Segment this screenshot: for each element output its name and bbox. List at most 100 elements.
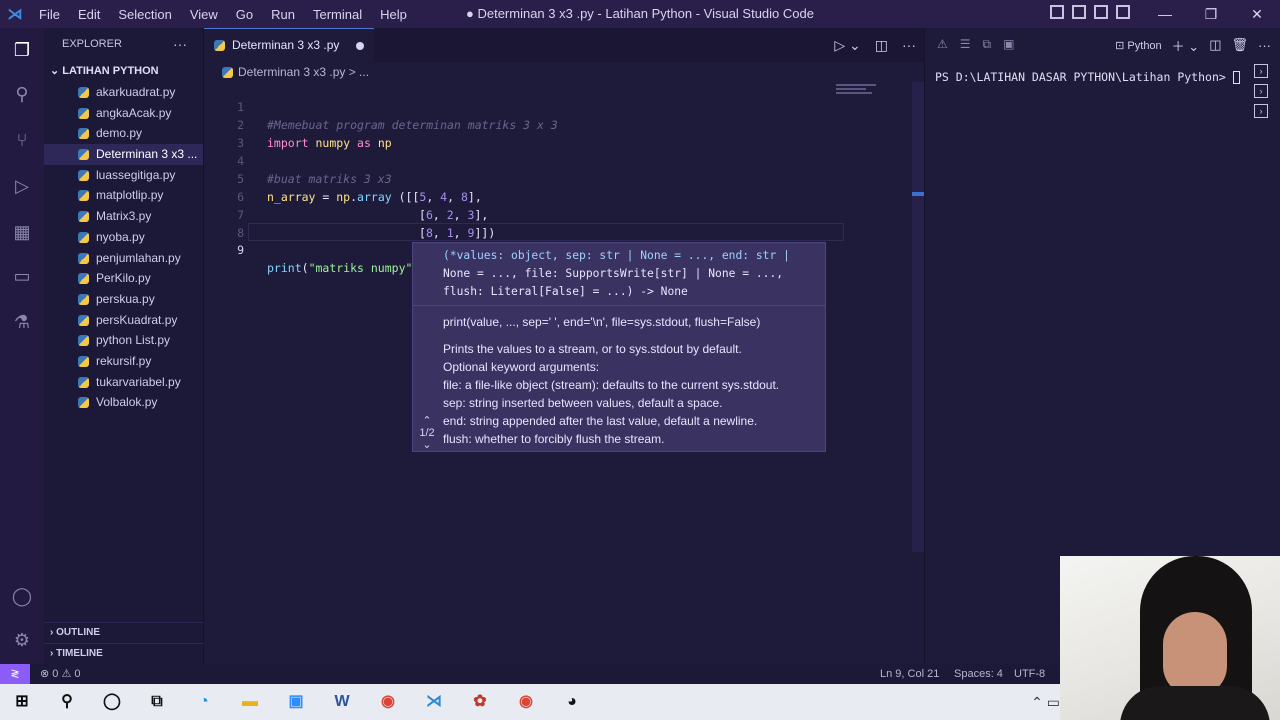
terminal-icon[interactable]: ▣ <box>1003 37 1014 52</box>
doc-line: Optional keyword arguments: <box>443 360 600 374</box>
terminal-instance-icon[interactable]: › <box>1254 84 1268 98</box>
system-tray-icon[interactable]: ⌃ ▭ <box>1031 694 1060 711</box>
chrome-icon[interactable]: ◉ <box>376 690 400 714</box>
chrome-profile-icon[interactable]: ◉ <box>514 690 538 714</box>
menu-run[interactable]: Run <box>262 7 304 22</box>
file-item[interactable]: penjumlahan.py <box>44 248 203 269</box>
word-icon[interactable]: W <box>330 690 354 714</box>
split-editor-icon[interactable]: ◫ <box>875 37 888 54</box>
search-icon[interactable]: ⚲ <box>55 690 79 714</box>
chevron-up-icon[interactable]: ⌃ <box>415 415 439 427</box>
vscode-taskbar-icon[interactable]: ⋊ <box>422 690 446 714</box>
tab-label: Determinan 3 x3 .py <box>232 38 340 52</box>
editor-tab-bar: Determinan 3 x3 .py ▷ ⌄ ◫ ··· <box>204 28 924 62</box>
file-item[interactable]: persKuadrat.py <box>44 310 203 331</box>
testing-icon[interactable]: ⚗ <box>10 310 34 334</box>
extensions-icon[interactable]: ▦ <box>10 220 34 244</box>
menu-selection[interactable]: Selection <box>109 7 180 22</box>
explorer-icon[interactable]: ❐ <box>10 38 34 62</box>
file-item[interactable]: rekursif.py <box>44 351 203 372</box>
toggle-panel-icon[interactable] <box>1072 5 1086 19</box>
overload-pager: ⌃ 1/2 ⌄ <box>415 415 439 451</box>
file-item[interactable]: PerKilo.py <box>44 268 203 289</box>
window-controls: — ❐ ✕ <box>1142 0 1280 28</box>
toggle-secondary-sidebar-icon[interactable] <box>1094 5 1108 19</box>
file-item[interactable]: akarkuadrat.py <box>44 82 203 103</box>
terminal-instance-icon[interactable]: › <box>1254 104 1268 118</box>
panel-more-icon[interactable]: ··· <box>1258 38 1271 53</box>
terminal-shell-selector[interactable]: ⊡ Python <box>1115 39 1162 52</box>
encoding[interactable]: UTF-8 <box>1014 664 1045 684</box>
scrollbar-thumb[interactable] <box>912 192 924 196</box>
run-python-file-icon[interactable]: ▷ ⌄ <box>834 37 860 54</box>
edge-icon[interactable]: ◔ <box>192 690 216 714</box>
line-number: 9 <box>237 243 244 257</box>
terminal-instance-icon[interactable]: › <box>1254 64 1268 78</box>
menu-file[interactable]: File <box>30 7 69 22</box>
file-item[interactable]: perskua.py <box>44 289 203 310</box>
file-item[interactable]: matplotlip.py <box>44 185 203 206</box>
run-debug-icon[interactable]: ▷ <box>10 174 34 198</box>
minimap[interactable] <box>836 82 908 112</box>
minimize-icon[interactable]: — <box>1142 6 1188 22</box>
menu-go[interactable]: Go <box>227 7 262 22</box>
file-item[interactable]: luassegitiga.py <box>44 165 203 186</box>
zoom-icon[interactable]: ▣ <box>284 690 308 714</box>
search-icon[interactable]: ⚲ <box>10 82 34 106</box>
file-item[interactable]: nyoba.py <box>44 227 203 248</box>
file-item[interactable]: Volbalok.py <box>44 392 203 413</box>
app-icon[interactable]: ✿ <box>468 690 492 714</box>
menu-view[interactable]: View <box>181 7 227 22</box>
cursor-position[interactable]: Ln 9, Col 21 <box>880 664 939 684</box>
toggle-sidebar-icon[interactable] <box>1050 5 1064 19</box>
split-terminal-icon[interactable]: ◫ <box>1209 37 1221 53</box>
breadcrumb[interactable]: Determinan 3 x3 .py > ... <box>204 62 924 82</box>
file-item[interactable]: demo.py <box>44 123 203 144</box>
file-item[interactable]: angkaAcak.py <box>44 103 203 124</box>
file-name: tukarvariabel.py <box>96 374 181 389</box>
file-item[interactable]: tukarvariabel.py <box>44 372 203 393</box>
source-control-icon[interactable]: ⑂ <box>10 128 34 152</box>
editor-more-icon[interactable]: ··· <box>902 37 916 53</box>
code-line: 6 [6, 2, 3], <box>204 170 844 222</box>
file-item[interactable]: python List.py <box>44 330 203 351</box>
task-view-icon[interactable]: ⧉ <box>145 690 169 714</box>
signature-help-popup: (*values: object, sep: str | None = ...,… <box>412 242 826 452</box>
file-item[interactable]: Matrix3.py <box>44 206 203 227</box>
indentation[interactable]: Spaces: 4 <box>954 664 1003 684</box>
menu-terminal[interactable]: Terminal <box>304 7 371 22</box>
settings-gear-icon[interactable]: ⚙ <box>10 628 34 652</box>
problems-indicator[interactable]: ⊗ 0 ⚠ 0 <box>40 664 80 684</box>
file-name: Matrix3.py <box>96 209 152 224</box>
cortana-icon[interactable]: ◯ <box>100 690 124 714</box>
terminal-output[interactable]: PS D:\LATIHAN DASAR PYTHON\Latihan Pytho… <box>935 70 1240 84</box>
chevron-down-icon[interactable]: ⌄ <box>415 439 439 451</box>
close-icon[interactable]: ✕ <box>1234 6 1280 23</box>
debug-console-icon[interactable]: ⧉ <box>983 37 992 52</box>
remote-indicator-icon[interactable]: ≷ <box>0 664 30 684</box>
customize-layout-icon[interactable] <box>1116 5 1130 19</box>
terminal-prompt: PS D:\LATIHAN DASAR PYTHON\Latihan Pytho… <box>935 70 1226 84</box>
windows-start-icon[interactable]: ⊞ <box>10 690 34 714</box>
file-explorer-icon[interactable]: ▬ <box>238 690 262 714</box>
editor-scrollbar[interactable] <box>912 82 924 552</box>
unsaved-dot-icon[interactable] <box>356 42 364 50</box>
more-actions-icon[interactable]: ··· <box>173 28 187 60</box>
restore-icon[interactable]: ❐ <box>1188 6 1234 23</box>
menu-help[interactable]: Help <box>371 7 416 22</box>
tab-determinan[interactable]: Determinan 3 x3 .py <box>204 28 374 62</box>
file-item[interactable]: Determinan 3 x3 ... <box>44 144 203 165</box>
code-line: 7 [8, 1, 9]]) <box>204 188 844 240</box>
new-terminal-icon[interactable]: ＋ ⌄ <box>1172 36 1200 55</box>
file-name: python List.py <box>96 333 171 348</box>
account-icon[interactable]: ◯ <box>10 584 34 608</box>
menu-edit[interactable]: Edit <box>69 7 109 22</box>
obs-icon[interactable]: ◕ <box>560 690 584 714</box>
folder-latihan-python[interactable]: ⌄ LATIHAN PYTHON <box>44 60 203 82</box>
warning-icon[interactable]: ⚠ <box>937 37 948 52</box>
outline-section[interactable]: › OUTLINE <box>44 622 204 642</box>
kill-terminal-icon[interactable]: 🗑 <box>1231 37 1248 53</box>
output-icon[interactable]: ☰ <box>960 37 971 52</box>
remote-explorer-icon[interactable]: ▭ <box>10 264 34 288</box>
timeline-section[interactable]: › TIMELINE <box>44 643 204 663</box>
